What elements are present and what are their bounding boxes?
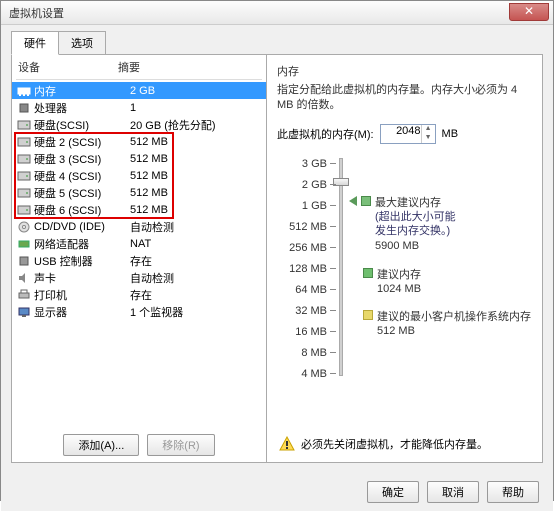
disk-icon [16, 152, 32, 166]
cpu-icon [16, 101, 32, 115]
hardware-row-display[interactable]: 显示器1 个监视器 [12, 303, 266, 320]
hardware-row-disk[interactable]: 硬盘 2 (SCSI)512 MB [12, 133, 266, 150]
memory-slider[interactable]: 3 GB 2 GB 1 GB 512 MB 256 MB 128 MB 64 MB 32 MB… [283, 158, 532, 398]
disk-icon [16, 135, 32, 149]
detail-panel: 内存 指定分配给此虚拟机的内存量。内存大小必须为 4 MB 的倍数。 此虚拟机的… [267, 54, 543, 463]
disk-icon [16, 203, 32, 217]
ok-button[interactable]: 确定 [367, 481, 419, 503]
dialog-buttons: 确定 取消 帮助 [1, 473, 553, 511]
tick-label: 2 GB [283, 179, 339, 191]
hardware-row-memory[interactable]: 内存2 GB [12, 82, 266, 99]
square-icon [363, 268, 373, 278]
tick-label: 1 GB [283, 200, 339, 212]
warning-icon [279, 436, 295, 452]
hardware-row-disk[interactable]: 硬盘 3 (SCSI)512 MB [12, 150, 266, 167]
titlebar: 虚拟机设置 ✕ [1, 1, 553, 25]
hardware-list[interactable]: 内存2 GB处理器1硬盘(SCSI)20 GB (抢先分配)硬盘 2 (SCSI… [12, 82, 266, 428]
sound-icon [16, 271, 32, 285]
spinner[interactable]: ▲▼ [421, 125, 435, 143]
close-button[interactable]: ✕ [509, 3, 549, 21]
tick-label: 32 MB [283, 305, 339, 317]
cd-icon [16, 220, 32, 234]
hardware-row-cpu[interactable]: 处理器1 [12, 99, 266, 116]
tab-strip: 硬件 选项 [1, 25, 553, 55]
remove-button: 移除(R) [147, 434, 214, 456]
min-recommended: 建议的最小客户机操作系统内存 512 MB [377, 310, 531, 339]
hardware-row-sound[interactable]: 声卡自动检测 [12, 269, 266, 286]
tick-label: 3 GB [283, 158, 339, 170]
memory-desc: 指定分配给此虚拟机的内存量。内存大小必须为 4 MB 的倍数。 [277, 83, 532, 114]
triangle-icon [349, 196, 357, 206]
tick-label: 128 MB [283, 263, 339, 275]
hardware-row-disk[interactable]: 硬盘 4 (SCSI)512 MB [12, 167, 266, 184]
col-device: 设备 [18, 59, 118, 75]
tick-label: 8 MB [283, 347, 339, 359]
tick-label: 512 MB [283, 221, 339, 233]
help-button[interactable]: 帮助 [487, 481, 539, 503]
add-button[interactable]: 添加(A)... [63, 434, 139, 456]
square-icon [363, 310, 373, 320]
hardware-panel: 设备 摘要 内存2 GB处理器1硬盘(SCSI)20 GB (抢先分配)硬盘 2… [11, 54, 267, 463]
window-title: 虚拟机设置 [5, 5, 64, 21]
square-icon [361, 196, 371, 206]
disk-icon [16, 169, 32, 183]
memory-input[interactable]: 2048 ▲▼ [380, 124, 436, 144]
memory-icon [16, 84, 32, 98]
hardware-row-printer[interactable]: 打印机存在 [12, 286, 266, 303]
hardware-row-disk[interactable]: 硬盘(SCSI)20 GB (抢先分配) [12, 116, 266, 133]
usb-icon [16, 254, 32, 268]
disk-icon [16, 118, 32, 132]
hardware-row-disk[interactable]: 硬盘 6 (SCSI)512 MB [12, 201, 266, 218]
tick-label: 4 MB [283, 368, 339, 380]
hardware-row-usb[interactable]: USB 控制器存在 [12, 252, 266, 269]
tick-label: 64 MB [283, 284, 339, 296]
cancel-button[interactable]: 取消 [427, 481, 479, 503]
list-header: 设备 摘要 [12, 55, 266, 77]
tick-label: 16 MB [283, 326, 339, 338]
memory-heading: 内存 [277, 63, 532, 79]
hardware-row-net[interactable]: 网络适配器NAT [12, 235, 266, 252]
printer-icon [16, 288, 32, 302]
tick-label: 256 MB [283, 242, 339, 254]
tab-hardware[interactable]: 硬件 [11, 31, 59, 55]
tab-options[interactable]: 选项 [58, 31, 106, 55]
net-icon [16, 237, 32, 251]
display-icon [16, 305, 32, 319]
vm-settings-window: 虚拟机设置 ✕ 硬件 选项 设备 摘要 内存2 GB处理器1硬盘(SCSI)20… [0, 0, 554, 501]
memory-field-label: 此虚拟机的内存(M): [277, 126, 374, 142]
hardware-row-cd[interactable]: CD/DVD (IDE)自动检测 [12, 218, 266, 235]
hardware-row-disk[interactable]: 硬盘 5 (SCSI)512 MB [12, 184, 266, 201]
warning: 必须先关闭虚拟机，才能降低内存量。 [279, 436, 530, 452]
col-summary: 摘要 [118, 59, 260, 75]
disk-icon [16, 186, 32, 200]
max-recommended: 最大建议内存 (超出此大小可能 发生内存交换。) 5900 MB [375, 196, 456, 253]
memory-unit: MB [442, 128, 459, 140]
recommended: 建议内存 1024 MB [377, 268, 421, 297]
